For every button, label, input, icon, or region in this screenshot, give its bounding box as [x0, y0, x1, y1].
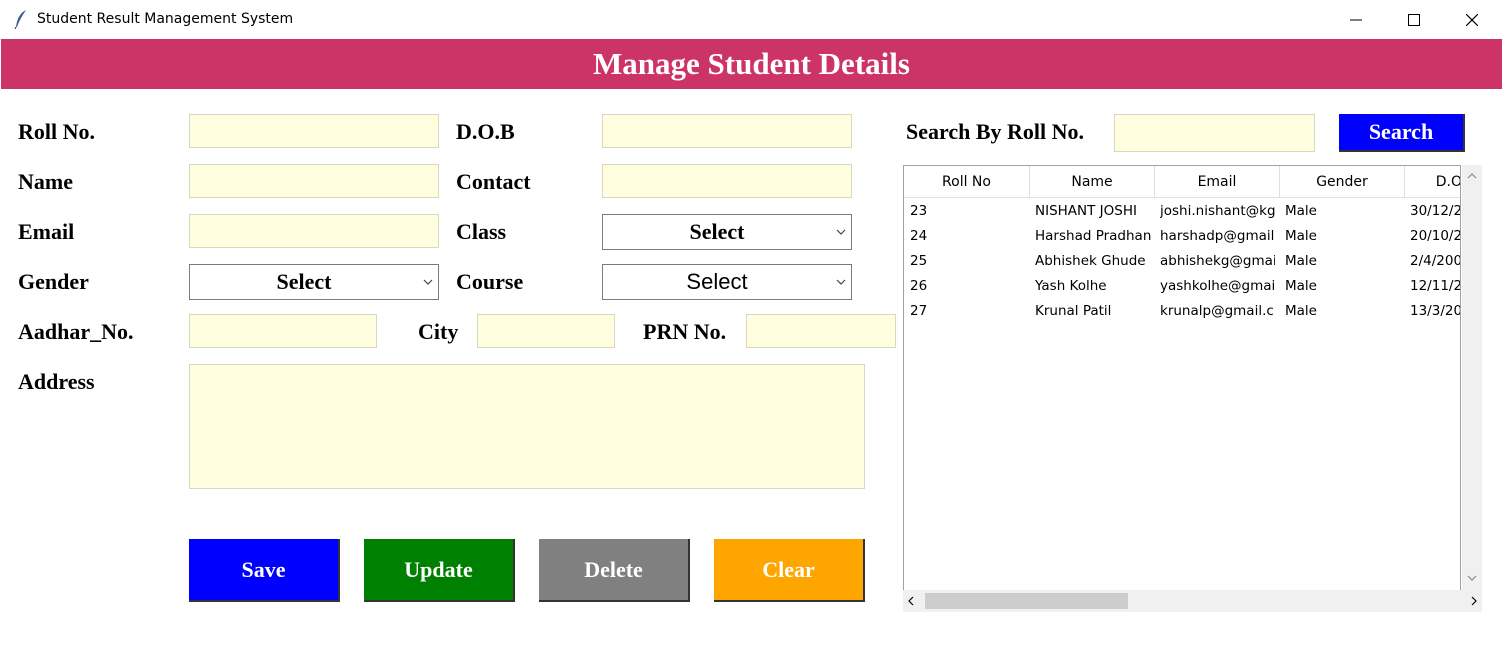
column-header-name[interactable]: Name	[1030, 166, 1155, 198]
course-select-value: Select	[686, 269, 748, 294]
table-row[interactable]: 25 Abhishek Ghude abhishekg@gmai Male 2/4/20…	[904, 248, 1460, 273]
table-row[interactable]: 23 NISHANT JOSHI joshi.nishant@kg Male 30/12…	[904, 198, 1460, 223]
name-input[interactable]	[189, 164, 439, 198]
page-title: Manage Student Details	[593, 46, 910, 81]
horizontal-scrollbar[interactable]	[903, 590, 1482, 612]
table-cell: yashkolhe@gmai	[1160, 277, 1275, 294]
gender-select[interactable]: Select	[189, 264, 439, 300]
city-input[interactable]	[477, 314, 615, 348]
dob-label: D.O.B	[456, 119, 515, 144]
name-label: Name	[18, 169, 73, 194]
page-header: Manage Student Details	[1, 39, 1502, 89]
student-table[interactable]: Roll No Name Email Gender D.O 23 NISHANT …	[903, 165, 1461, 612]
chevron-down-icon	[831, 215, 851, 249]
table-cell: Male	[1285, 252, 1317, 269]
chevron-down-icon	[831, 265, 851, 299]
prn-input[interactable]	[746, 314, 896, 348]
table-cell: Male	[1285, 202, 1317, 219]
table-cell: Male	[1285, 277, 1317, 294]
table-cell: 26	[910, 277, 928, 294]
address-textarea[interactable]	[189, 364, 865, 489]
table-row[interactable]: 24 Harshad Pradhan harshadp@gmail. Male 20/1…	[904, 223, 1460, 248]
table-cell: Male	[1285, 302, 1317, 319]
column-header-email[interactable]: Email	[1155, 166, 1280, 198]
table-row[interactable]: 27 Krunal Patil krunalp@gmail.c Male 13/3/20…	[904, 298, 1460, 323]
close-button[interactable]	[1443, 0, 1501, 39]
table-cell: Harshad Pradhan	[1035, 227, 1152, 244]
dob-input[interactable]	[602, 114, 852, 148]
close-icon	[1466, 13, 1478, 26]
search-input[interactable]	[1114, 114, 1315, 152]
table-cell: 13/3/200	[1410, 302, 1460, 319]
table-cell: Male	[1285, 227, 1317, 244]
address-label: Address	[18, 369, 95, 394]
table-cell: 2/4/2003	[1410, 252, 1460, 269]
aadhar-input[interactable]	[189, 314, 377, 348]
scroll-up-icon[interactable]	[1467, 173, 1477, 179]
table-cell: Krunal Patil	[1035, 302, 1112, 319]
course-label: Course	[456, 269, 524, 294]
class-select-value: Select	[689, 219, 745, 244]
table-cell: Yash Kolhe	[1035, 277, 1107, 294]
prn-label: PRN No.	[643, 319, 727, 344]
table-cell: NISHANT JOSHI	[1035, 202, 1137, 219]
feather-icon	[14, 10, 26, 29]
table-cell: 12/11/20	[1410, 277, 1460, 294]
table-cell: 23	[910, 202, 928, 219]
column-header-dob[interactable]: D.O	[1405, 166, 1460, 198]
contact-label: Contact	[456, 169, 531, 194]
search-button[interactable]: Search	[1339, 114, 1465, 152]
aadhar-label: Aadhar_No.	[18, 319, 134, 344]
delete-button[interactable]: Delete	[539, 539, 690, 602]
table-cell: 30/12/20	[1410, 202, 1460, 219]
class-select[interactable]: Select	[602, 214, 852, 250]
search-label: Search By Roll No.	[906, 119, 1085, 144]
class-label: Class	[456, 219, 507, 244]
contact-input[interactable]	[602, 164, 852, 198]
save-button[interactable]: Save	[189, 539, 340, 602]
window-titlebar: Student Result Management System	[0, 0, 1503, 40]
table-cell: 27	[910, 302, 928, 319]
table-cell: harshadp@gmail.	[1160, 227, 1275, 244]
vertical-scrollbar[interactable]	[1462, 165, 1482, 590]
city-label: City	[418, 319, 459, 344]
table-cell: joshi.nishant@kg	[1160, 202, 1275, 219]
table-cell: 20/10/20	[1410, 227, 1460, 244]
scroll-down-icon[interactable]	[1467, 575, 1477, 581]
window-title: Student Result Management System	[37, 11, 294, 27]
scroll-left-icon[interactable]	[908, 596, 914, 606]
gender-label: Gender	[18, 269, 89, 294]
column-header-roll[interactable]: Roll No	[904, 166, 1030, 198]
minimize-icon	[1350, 19, 1362, 20]
column-header-gender[interactable]: Gender	[1280, 166, 1405, 198]
minimize-button[interactable]	[1327, 0, 1385, 39]
table-cell: abhishekg@gmai	[1160, 252, 1275, 269]
roll-input[interactable]	[189, 114, 439, 148]
email-label: Email	[18, 219, 75, 244]
table-cell: 24	[910, 227, 928, 244]
horizontal-scroll-thumb[interactable]	[925, 593, 1128, 609]
update-button[interactable]: Update	[364, 539, 515, 602]
table-cell: krunalp@gmail.c	[1160, 302, 1274, 319]
chevron-down-icon	[418, 265, 438, 299]
course-select[interactable]: Select	[602, 264, 852, 300]
maximize-button[interactable]	[1385, 0, 1443, 39]
email-input[interactable]	[189, 214, 439, 248]
table-cell: Abhishek Ghude	[1035, 252, 1146, 269]
gender-select-value: Select	[276, 269, 332, 294]
table-cell: 25	[910, 252, 928, 269]
scroll-right-icon[interactable]	[1471, 596, 1477, 606]
table-row[interactable]: 26 Yash Kolhe yashkolhe@gmai Male 12/11/20	[904, 273, 1460, 298]
roll-label: Roll No.	[18, 119, 95, 144]
maximize-icon	[1408, 13, 1420, 26]
clear-button[interactable]: Clear	[714, 539, 865, 602]
